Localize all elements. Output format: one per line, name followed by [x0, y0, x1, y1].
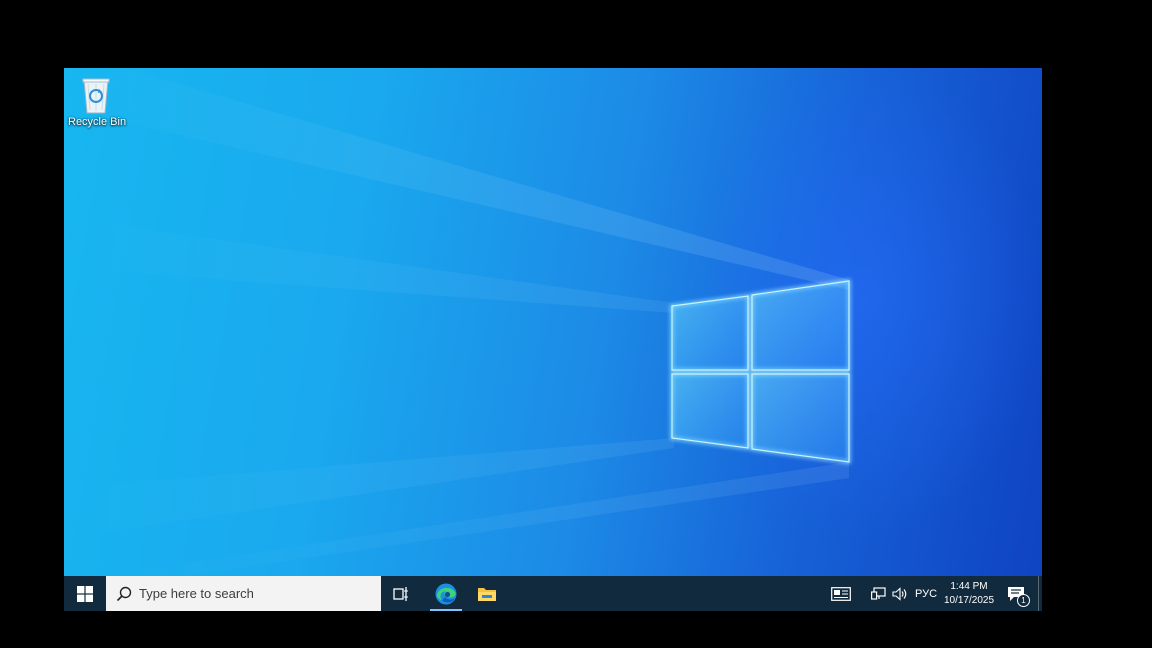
start-button[interactable] [64, 576, 106, 611]
wallpaper [64, 68, 851, 576]
file-explorer-taskbar-button[interactable] [470, 576, 504, 611]
news-widget-button[interactable] [826, 576, 856, 611]
search-icon [116, 586, 132, 601]
file-explorer-icon [478, 587, 496, 601]
search-placeholder: Type here to search [139, 586, 254, 601]
clock-time: 1:44 PM [950, 580, 988, 592]
notification-count-badge: 1 [1017, 594, 1030, 607]
windows-logo-icon [77, 585, 93, 602]
clock-date: 10/17/2025 [943, 594, 995, 606]
recycle-bin-shortcut[interactable]: Recycle Bin [68, 74, 127, 129]
news-widget-icon [831, 586, 851, 601]
input-language-indicator[interactable]: РУС [912, 576, 940, 611]
active-app-indicator [430, 609, 462, 611]
network-icon [871, 586, 886, 600]
show-desktop-button[interactable] [1038, 576, 1042, 611]
recycle-bin-label: Recycle Bin [68, 116, 127, 128]
taskbar: Type here to search РУС 1:44 PM 10/17/20… [64, 576, 1042, 611]
edge-icon [435, 583, 457, 604]
screen: Recycle Bin Type here to search РУС 1:44… [64, 68, 1042, 611]
task-view-icon [393, 586, 408, 601]
action-center-button[interactable]: 1 [1002, 576, 1030, 611]
task-view-button[interactable] [384, 576, 418, 611]
recycle-bin-icon [76, 74, 116, 116]
clock[interactable]: 1:44 PM 10/17/2025 [940, 576, 998, 611]
search-box[interactable]: Type here to search [106, 576, 381, 611]
volume-icon [892, 586, 907, 601]
desktop[interactable]: Recycle Bin [64, 68, 1042, 576]
network-button[interactable] [868, 576, 890, 611]
edge-taskbar-button[interactable] [428, 576, 464, 611]
volume-button[interactable] [890, 576, 910, 611]
